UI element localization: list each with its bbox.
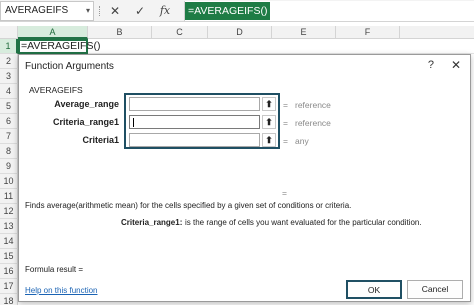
row-header-17[interactable]: 17 <box>0 279 18 294</box>
arg-equals: = <box>283 118 288 128</box>
function-result-equals: = <box>282 188 287 198</box>
function-name: AVERAGEIFS <box>29 85 83 95</box>
ok-button[interactable]: OK <box>346 280 402 299</box>
average-range-input[interactable] <box>129 97 260 111</box>
row-header-10[interactable]: 10 <box>0 174 18 189</box>
arg-label-average-range: Average_range <box>54 99 119 109</box>
row-header-4[interactable]: 4 <box>0 84 18 99</box>
formula-bar: AVERAGEIFS ▾ ✕ ✓ fx =AVERAGEIFS() <box>0 0 474 22</box>
function-description: Finds average(arithmetic mean) for the c… <box>25 201 352 210</box>
formula-input[interactable]: =AVERAGEIFS() <box>184 1 474 21</box>
row-header-3[interactable]: 3 <box>0 69 18 84</box>
cancel-button[interactable]: Cancel <box>407 280 463 299</box>
column-headers: A B C D E F <box>0 26 474 39</box>
collapse-dialog-icon[interactable]: ⬆ <box>262 97 276 111</box>
formula-text: =AVERAGEIFS() <box>185 2 271 20</box>
dialog-title: Function Arguments <box>25 61 114 72</box>
close-icon[interactable]: ✕ <box>451 58 461 72</box>
row-header-13[interactable]: 13 <box>0 219 18 234</box>
criteria1-input[interactable] <box>129 133 260 147</box>
argument-inputs-group: ⬆ ⬆ ⬆ <box>124 93 280 149</box>
row-header-6[interactable]: 6 <box>0 114 18 129</box>
name-box[interactable]: AVERAGEIFS ▾ <box>0 1 94 21</box>
chevron-down-icon[interactable]: ▾ <box>86 2 90 20</box>
row-header-7[interactable]: 7 <box>0 129 18 144</box>
row-header-18[interactable]: 18 <box>0 294 18 305</box>
row-header-12[interactable]: 12 <box>0 204 18 219</box>
arg-label-criteria1: Criteria1 <box>82 135 119 145</box>
name-box-value: AVERAGEIFS <box>5 5 69 16</box>
row-header-14[interactable]: 14 <box>0 234 18 249</box>
arg-label-criteria-range1: Criteria_range1 <box>52 117 119 127</box>
argument-help-name: Criteria_range1: <box>121 218 183 227</box>
column-header-c[interactable]: C <box>152 26 208 39</box>
column-header-f[interactable]: F <box>336 26 400 39</box>
column-header-e[interactable]: E <box>272 26 336 39</box>
enter-entry-icon[interactable]: ✓ <box>131 2 149 20</box>
help-icon[interactable]: ? <box>428 59 434 71</box>
arg-value-criteria-range1: reference <box>295 118 331 128</box>
arg-equals: = <box>283 100 288 110</box>
formula-bar-divider <box>99 6 100 16</box>
row-header-9[interactable]: 9 <box>0 159 18 174</box>
column-header-b[interactable]: B <box>88 26 152 39</box>
argument-help-text: is the range of cells you want evaluated… <box>185 218 422 227</box>
cell-a1[interactable]: =AVERAGEIFS() <box>18 39 100 54</box>
criteria-range1-input[interactable] <box>129 115 260 129</box>
column-header-d[interactable]: D <box>208 26 272 39</box>
row-header-15[interactable]: 15 <box>0 249 18 264</box>
row-header-11[interactable]: 11 <box>0 189 18 204</box>
function-arguments-dialog: Function Arguments ? ✕ AVERAGEIFS Averag… <box>18 54 471 302</box>
arg-value-criteria1: any <box>295 136 309 146</box>
row-header-1[interactable]: 1 <box>0 39 18 54</box>
column-header-a[interactable]: A <box>18 26 88 39</box>
insert-function-icon[interactable]: fx <box>156 2 174 20</box>
arg-equals: = <box>283 136 288 146</box>
formula-result: Formula result = <box>25 265 84 274</box>
row-header-2[interactable]: 2 <box>0 54 18 69</box>
collapse-dialog-icon[interactable]: ⬆ <box>262 115 276 129</box>
collapse-dialog-icon[interactable]: ⬆ <box>262 133 276 147</box>
select-all-corner[interactable] <box>0 26 18 39</box>
arg-value-average-range: reference <box>295 100 331 110</box>
row-header-16[interactable]: 16 <box>0 264 18 279</box>
cancel-entry-icon[interactable]: ✕ <box>106 2 124 20</box>
row-header-5[interactable]: 5 <box>0 99 18 114</box>
row-header-8[interactable]: 8 <box>0 144 18 159</box>
help-on-function-link[interactable]: Help on this function <box>25 286 98 295</box>
text-cursor <box>133 118 134 127</box>
